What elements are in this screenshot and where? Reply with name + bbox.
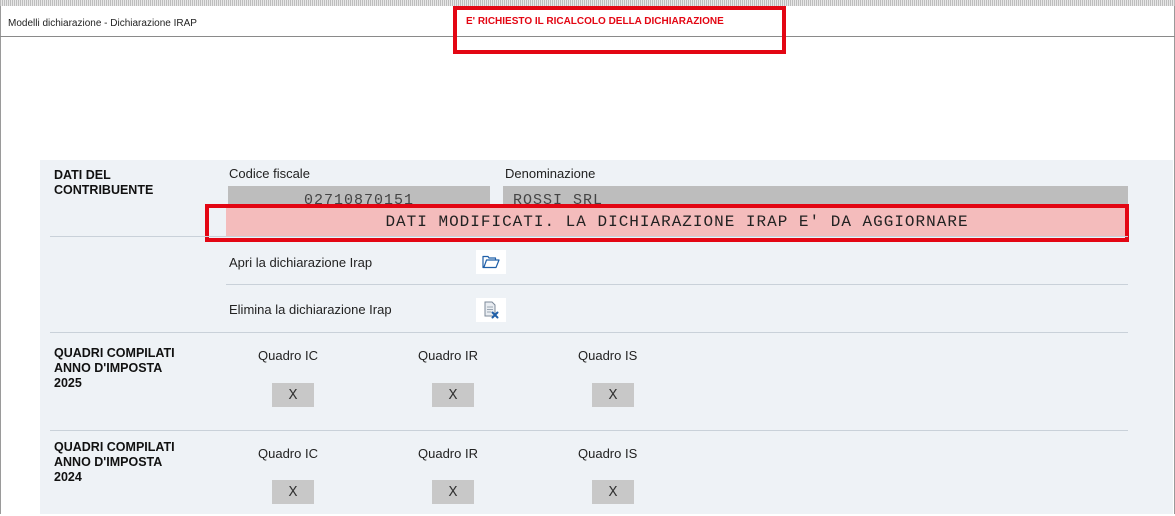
recalc-alert-highlight [453,6,786,54]
section-divider [50,430,1128,431]
open-declaration-button[interactable] [476,250,506,274]
quadro-is-checkbox[interactable]: X [592,383,634,407]
section-quadri-2025-label: QUADRI COMPILATI ANNO D'IMPOSTA 2025 [54,346,175,391]
delete-document-icon [484,301,499,319]
quadro-ic-checkbox[interactable]: X [272,383,314,407]
quadro-ir-checkbox[interactable]: X [432,383,474,407]
section-label-line: QUADRI COMPILATI [54,440,175,454]
section-label-line: ANNO D'IMPOSTA [54,361,163,375]
recalc-alert-text: E' RICHIESTO IL RICALCOLO DELLA DICHIARA… [466,16,724,27]
window-title: Modelli dichiarazione - Dichiarazione IR… [8,18,197,29]
delete-declaration-label: Elimina la dichiarazione Irap [229,302,392,317]
section-label-line: CONTRIBUENTE [54,183,154,197]
folder-open-icon [482,255,500,269]
section-divider [50,332,1128,333]
codice-fiscale-label: Codice fiscale [229,166,310,181]
section-quadri-2024-label: QUADRI COMPILATI ANNO D'IMPOSTA 2024 [54,440,175,485]
quadro-is-label: Quadro IS [578,446,638,461]
denominazione-label: Denominazione [505,166,596,181]
quadro-ic-label: Quadro IC [258,446,318,461]
quadro-ir-label: Quadro IR [418,348,478,363]
open-declaration-label: Apri la dichiarazione Irap [229,255,373,270]
section-label-line: DATI DEL [54,168,111,182]
quadro-is-checkbox[interactable]: X [592,480,634,504]
section-label-line: 2025 [54,376,82,390]
section-divider [50,236,1128,237]
quadro-ic-label: Quadro IC [258,348,318,363]
section-label-line: ANNO D'IMPOSTA [54,455,163,469]
quadro-is-label: Quadro IS [578,348,638,363]
quadro-ir-checkbox[interactable]: X [432,480,474,504]
section-label-line: 2024 [54,470,82,484]
quadro-ir-label: Quadro IR [418,446,478,461]
action-divider [226,284,1128,285]
quadro-ic-checkbox[interactable]: X [272,480,314,504]
delete-declaration-button[interactable] [476,298,506,322]
section-label-line: QUADRI COMPILATI [54,346,175,360]
section-contribuente-label: DATI DEL CONTRIBUENTE [54,168,153,198]
